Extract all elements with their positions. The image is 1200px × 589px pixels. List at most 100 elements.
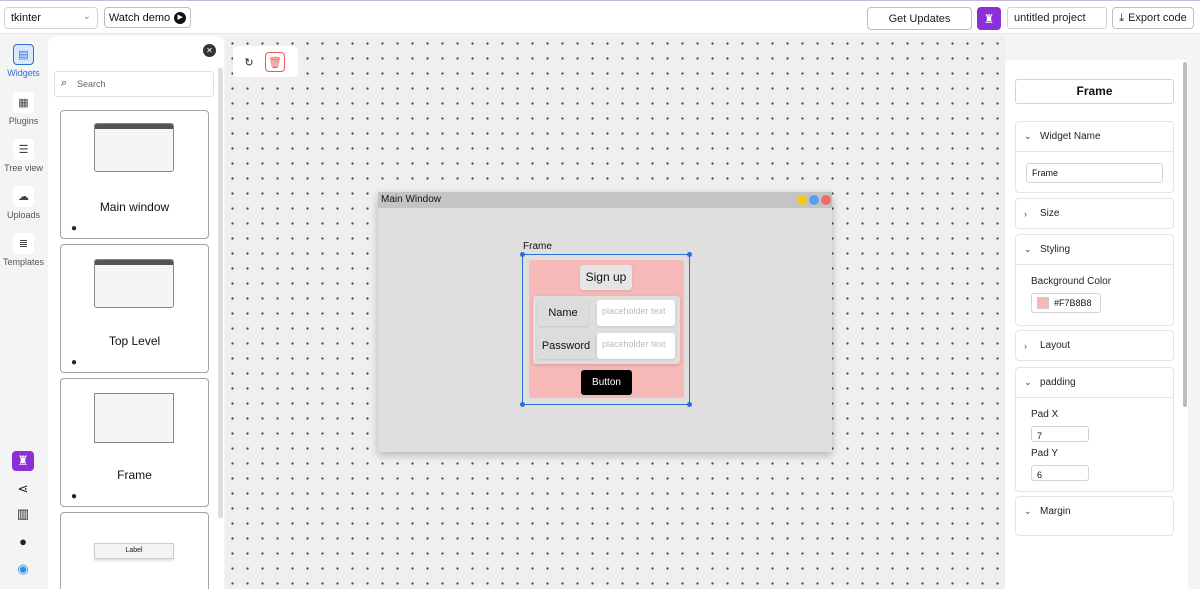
nav-uploads[interactable]: ☁ Uploads <box>0 186 47 220</box>
github-icon[interactable]: ● <box>12 531 34 551</box>
resize-handle[interactable] <box>520 402 525 407</box>
resize-handle[interactable] <box>687 252 692 257</box>
chevron-right-icon: › <box>1024 208 1027 219</box>
signup-label[interactable]: Sign up <box>580 265 632 290</box>
tree-view-icon: ☰ <box>13 139 34 160</box>
frame-widget-label: Frame <box>523 241 552 252</box>
nav-tree-view[interactable]: ☰ Tree view <box>0 139 47 173</box>
widget-card-main-window[interactable]: Main window ● <box>60 110 209 239</box>
play-icon: ▶ <box>174 11 187 24</box>
nav-plugins[interactable]: ▦ Plugins <box>0 92 47 126</box>
book-icon[interactable]: ▥ <box>12 504 34 524</box>
padding-section-label: padding <box>1040 377 1076 388</box>
get-updates-button[interactable]: Get Updates <box>867 7 972 30</box>
github-icon[interactable]: ● <box>71 223 77 234</box>
close-icon[interactable]: ✕ <box>203 44 216 57</box>
share-icon[interactable]: ⋖ <box>12 479 34 499</box>
watch-demo-button[interactable]: Watch demo ▶ <box>104 7 191 28</box>
size-section: › Size <box>1015 198 1174 229</box>
background-color-picker[interactable]: #F7B8B8 <box>1031 293 1101 313</box>
color-swatch <box>1037 297 1049 309</box>
padding-section: ⌄ padding Pad X 7 Pad Y 6 <box>1015 367 1174 492</box>
chevron-down-icon: ⌄ <box>1024 131 1032 141</box>
widget-name-header[interactable]: ⌄ Widget Name <box>1016 122 1173 151</box>
layout-header[interactable]: › Layout <box>1016 331 1173 360</box>
padding-header[interactable]: ⌄ padding <box>1016 368 1173 397</box>
resize-handle[interactable] <box>520 252 525 257</box>
search-icon: ⌕ <box>61 77 68 89</box>
framework-select-value: tkinter <box>11 12 41 24</box>
widgets-panel: ✕ ⌕ Search Main window ● Top Level ● Fra… <box>48 36 224 589</box>
nav-templates[interactable]: ≣ Templates <box>0 233 47 267</box>
frame-preview <box>94 393 174 443</box>
password-label[interactable]: Password <box>537 333 595 359</box>
export-code-button[interactable]: ⤓ Export code <box>1112 7 1194 29</box>
widget-card-top-level[interactable]: Top Level ● <box>60 244 209 373</box>
chevron-down-icon: ⌄ <box>82 11 91 22</box>
nav-templates-label: Templates <box>2 257 45 267</box>
download-icon: ⤓ <box>1119 11 1125 24</box>
coffee-icon[interactable]: ◉ <box>12 559 34 579</box>
nav-plugins-label: Plugins <box>8 116 39 126</box>
styling-section-label: Styling <box>1040 244 1071 255</box>
margin-section-label: Margin <box>1040 506 1071 517</box>
name-label[interactable]: Name <box>537 300 589 326</box>
margin-section: ⌄ Margin <box>1015 496 1174 536</box>
project-name-input[interactable]: untitled project <box>1007 7 1107 29</box>
password-input[interactable]: placeholder text <box>597 333 675 359</box>
widget-name-section: ⌄ Widget Name Frame <box>1015 121 1174 193</box>
styling-header[interactable]: ⌄ Styling <box>1016 235 1173 264</box>
name-input[interactable]: placeholder text <box>597 300 675 326</box>
nav-uploads-label: Uploads <box>6 210 41 220</box>
templates-icon: ≣ <box>13 233 34 254</box>
main-window-preview <box>94 123 174 172</box>
chevron-down-icon: ⌄ <box>1024 377 1032 387</box>
pad-x-label: Pad X <box>1031 409 1059 420</box>
chevron-right-icon: › <box>1024 340 1027 351</box>
pad-y-label: Pad Y <box>1031 448 1059 459</box>
chevron-down-icon: ⌄ <box>1024 244 1032 254</box>
uploads-icon: ☁ <box>13 186 34 207</box>
left-nav: ▤ Widgets ▦ Plugins ☰ Tree view ☁ Upload… <box>0 34 47 589</box>
layout-section-label: Layout <box>1040 340 1071 351</box>
pad-y-input[interactable]: 6 <box>1031 465 1089 481</box>
properties-title: Frame <box>1015 79 1174 104</box>
pad-x-input[interactable]: 7 <box>1031 426 1089 442</box>
github-icon[interactable]: ● <box>71 491 77 502</box>
brand-logo-icon[interactable]: ♜ <box>12 451 34 471</box>
brand-logo-icon[interactable]: ♜ <box>977 7 1001 30</box>
top-level-preview <box>94 259 174 308</box>
widget-card-frame[interactable]: Frame ● <box>60 378 209 507</box>
refresh-icon[interactable]: ↻ <box>239 52 259 72</box>
watch-demo-label: Watch demo <box>108 11 171 24</box>
export-code-label: Export code <box>1128 12 1187 24</box>
widget-card-label[interactable]: Label <box>60 512 209 589</box>
label-preview: Label <box>94 543 174 559</box>
github-icon[interactable]: ● <box>71 357 77 368</box>
form-frame[interactable]: Name placeholder text Password placehold… <box>533 296 680 364</box>
margin-header[interactable]: ⌄ Margin <box>1016 497 1173 526</box>
widget-card-label: Main window <box>99 200 170 214</box>
background-color-label: Background Color <box>1031 276 1112 287</box>
canvas-button[interactable]: Button <box>581 370 632 395</box>
nav-tree-view-label: Tree view <box>4 163 43 173</box>
widgets-scrollbar[interactable] <box>218 68 223 518</box>
nav-widgets[interactable]: ▤ Widgets <box>0 44 47 78</box>
search-input[interactable]: ⌕ Search <box>54 71 214 97</box>
chevron-down-icon: ⌄ <box>1024 506 1032 516</box>
widget-name-input[interactable]: Frame <box>1026 163 1163 183</box>
framework-select[interactable]: tkinter ⌄ <box>4 7 98 29</box>
size-header[interactable]: › Size <box>1016 199 1173 228</box>
delete-icon[interactable]: 🗑 <box>265 52 285 72</box>
top-bar: tkinter ⌄ Watch demo ▶ Get Updates ♜ unt… <box>0 0 1200 34</box>
resize-handle[interactable] <box>687 402 692 407</box>
plugins-icon: ▦ <box>13 92 34 113</box>
layout-section: › Layout <box>1015 330 1174 361</box>
nav-widgets-label: Widgets <box>7 68 40 78</box>
canvas-toolbar: ↻ 🗑 <box>233 46 298 77</box>
properties-scrollbar[interactable] <box>1183 62 1187 407</box>
main-window-title: Main Window <box>378 192 832 208</box>
styling-section: ⌄ Styling Background Color #F7B8B8 <box>1015 234 1174 326</box>
close-dot <box>821 195 831 205</box>
background-color-value: #F7B8B8 <box>1054 298 1092 308</box>
